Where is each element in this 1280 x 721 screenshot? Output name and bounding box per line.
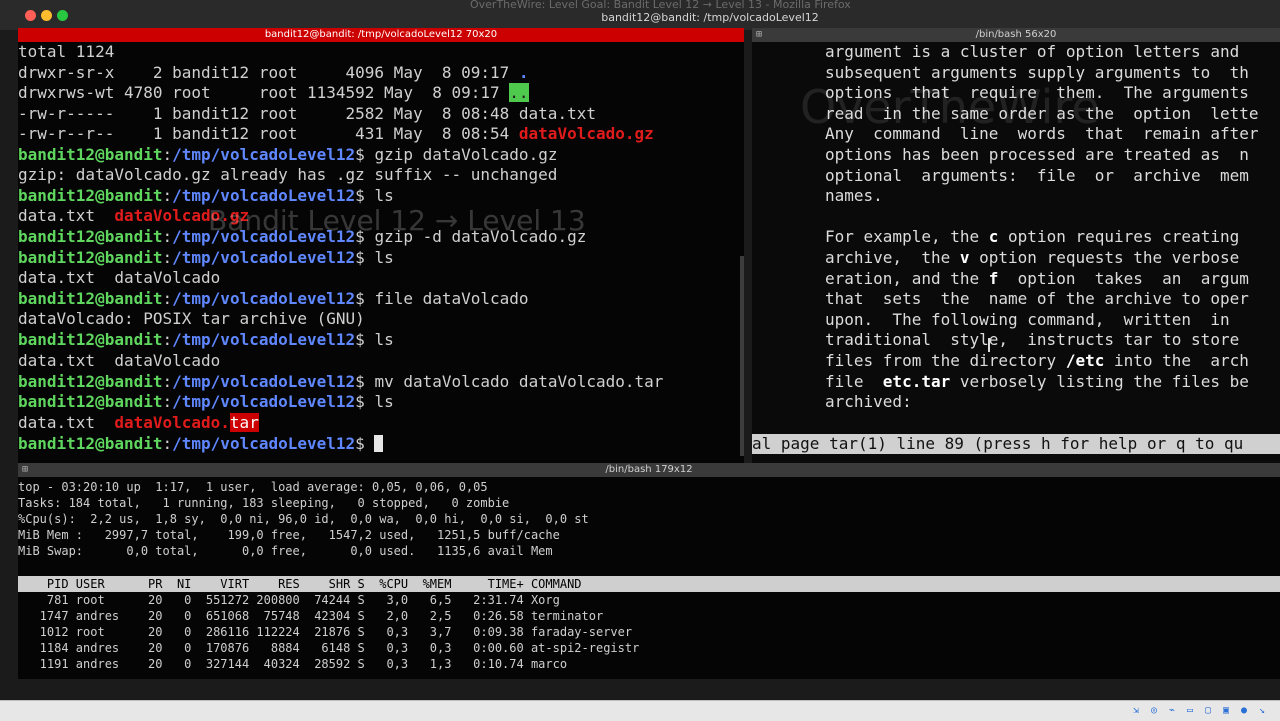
pane-title-right[interactable]: /bin/bash 56x20 (752, 28, 1280, 42)
prompt-line: bandit12@bandit:/tmp/volcadoLevel12$ ls (18, 330, 394, 349)
prompt-line: bandit12@bandit:/tmp/volcadoLevel12$ ls (18, 392, 394, 411)
top-summary-line: MiB Mem : 2997,7 total, 199,0 free, 1547… (18, 528, 560, 542)
man-line: options that require them. The arguments (825, 83, 1249, 103)
man-line: options has been processed are treated a… (825, 145, 1249, 164)
window-title: bandit12@bandit: /tmp/volcadoLevel12 (601, 11, 819, 24)
man-line: archived: (825, 392, 912, 412)
tray-network-icon[interactable]: ⇲ (1130, 705, 1142, 717)
terminal-line: data.txt dataVolcado.tar (18, 413, 259, 432)
man-line: that sets the name of the archive to ope… (825, 289, 1249, 309)
man-line: traditional style, instructs tar to stor… (825, 330, 1240, 350)
prompt-line: bandit12@bandit:/tmp/volcadoLevel12$ ls (18, 186, 394, 205)
terminal-line: data.txt dataVolcado.gz (18, 206, 250, 225)
terminal-line: dataVolcado: POSIX tar archive (GNU) (18, 309, 365, 328)
terminal-line: drwxr-sr-x 2 bandit12 root 4096 May 8 09… (18, 63, 529, 82)
table-row[interactable]: 1191 andres 20 0 327144 40324 28592 S 0,… (18, 656, 567, 672)
top-summary-line: top - 03:20:10 up 1:17, 1 user, load ave… (18, 480, 488, 494)
top-summary-line: MiB Swap: 0,0 total, 0,0 free, 0,0 used.… (18, 544, 553, 558)
pane-grip-icon[interactable]: ⊞ (756, 29, 762, 41)
prompt-line: bandit12@bandit:/tmp/volcadoLevel12$ fil… (18, 289, 529, 308)
process-table-header: PID USER PR NI VIRT RES SHR S %CPU %MEM … (18, 576, 1280, 592)
man-status-bar: al page tar(1) line 89 (press h for help… (752, 434, 1280, 454)
scrollbar-left[interactable] (740, 256, 744, 456)
table-row[interactable]: 781 root 20 0 551272 200800 74244 S 3,0 … (18, 592, 560, 608)
pane-title-bottom[interactable]: /bin/bash 179x12 (18, 463, 1280, 477)
background-window-title: OverTheWire: Level Goal: Bandit Level 12… (470, 0, 851, 11)
terminal-line: data.txt dataVolcado (18, 351, 221, 370)
man-line: read in the same order as the option let… (825, 103, 1259, 123)
man-line: argument is a cluster of option letters … (825, 42, 1240, 61)
mouse-ibeam-icon (988, 338, 990, 352)
terminal-pane-bottom[interactable]: /bin/bash 179x12 ⊞ top - 03:20:10 up 1:1… (18, 463, 1280, 679)
man-line: optional arguments: file or archive mem (825, 165, 1249, 185)
terminal-line: -rw-r----- 1 bandit12 root 2582 May 8 08… (18, 104, 596, 123)
prompt-line: bandit12@bandit:/tmp/volcadoLevel12$ gzi… (18, 145, 558, 164)
terminal-pane-right[interactable]: /bin/bash 56x20 ⊞ argument is a cluster … (752, 28, 1280, 464)
prompt-line: bandit12@bandit:/tmp/volcadoLevel12$ mv … (18, 372, 664, 391)
tray-record-icon[interactable]: ● (1238, 705, 1250, 717)
table-row[interactable]: 1747 andres 20 0 651068 75748 42304 S 2,… (18, 608, 604, 624)
table-row[interactable]: 1184 andres 20 0 170876 8884 6148 S 0,3 … (18, 640, 640, 656)
man-line: file etc.tar verbosely listing the files… (825, 371, 1249, 391)
man-line: upon. The following command, written in (825, 309, 1230, 329)
terminator-window: OverTheWire: Level Goal: Bandit Level 12… (0, 0, 1280, 700)
terminal-line: total 1124 (18, 42, 115, 61)
tray-usb-icon[interactable]: ⌁ (1166, 705, 1178, 717)
prompt-line: bandit12@bandit:/tmp/volcadoLevel12$ gzi… (18, 227, 587, 246)
man-line: For example, the c option requires creat… (825, 227, 1240, 247)
text-cursor (374, 435, 384, 452)
window-titlebar[interactable]: OverTheWire: Level Goal: Bandit Level 12… (0, 0, 1280, 30)
man-line: files from the directory /etc into the a… (825, 351, 1249, 370)
system-taskbar: ⇲ ◎ ⌁ ▭ ▢ ▣ ● ↘ (0, 700, 1280, 721)
prompt-line[interactable]: bandit12@bandit:/tmp/volcadoLevel12$ (18, 434, 384, 454)
terminal-line: -rw-r--r-- 1 bandit12 root 431 May 8 08:… (18, 124, 654, 143)
tray-display-icon[interactable]: ▢ (1202, 705, 1214, 717)
tray-disc-icon[interactable]: ◎ (1148, 705, 1160, 717)
man-line: subsequent arguments supply arguments to… (825, 62, 1249, 82)
tray-monitor-icon[interactable]: ▣ (1220, 705, 1232, 717)
terminal-pane-left[interactable]: bandit12@bandit: /tmp/volcadoLevel12 70x… (18, 28, 744, 464)
man-line: archive, the v option requests the verbo… (825, 248, 1240, 267)
terminal-line: data.txt dataVolcado (18, 268, 221, 287)
top-summary-line: Tasks: 184 total, 1 running, 183 sleepin… (18, 496, 510, 510)
terminal-line: drwxrws-wt 4780 root root 1134592 May 8 … (18, 83, 529, 102)
man-line: eration, and the f option takes an argum (825, 268, 1249, 288)
terminal-line: gzip: dataVolcado.gz already has .gz suf… (18, 165, 558, 184)
pane-grip-icon[interactable]: ⊞ (22, 464, 28, 476)
table-row[interactable]: 1012 root 20 0 286116 112224 21876 S 0,3… (18, 624, 632, 640)
man-line: names. (825, 186, 883, 206)
pane-title-left[interactable]: bandit12@bandit: /tmp/volcadoLevel12 70x… (18, 28, 744, 42)
prompt-line: bandit12@bandit:/tmp/volcadoLevel12$ ls (18, 248, 394, 267)
top-summary-line: %Cpu(s): 2,2 us, 1,8 sy, 0,0 ni, 96,0 id… (18, 512, 589, 526)
tray-arrow-icon[interactable]: ↘ (1256, 705, 1268, 717)
tray-folder-icon[interactable]: ▭ (1184, 705, 1196, 717)
man-line: Any command line words that remain after (825, 124, 1259, 144)
